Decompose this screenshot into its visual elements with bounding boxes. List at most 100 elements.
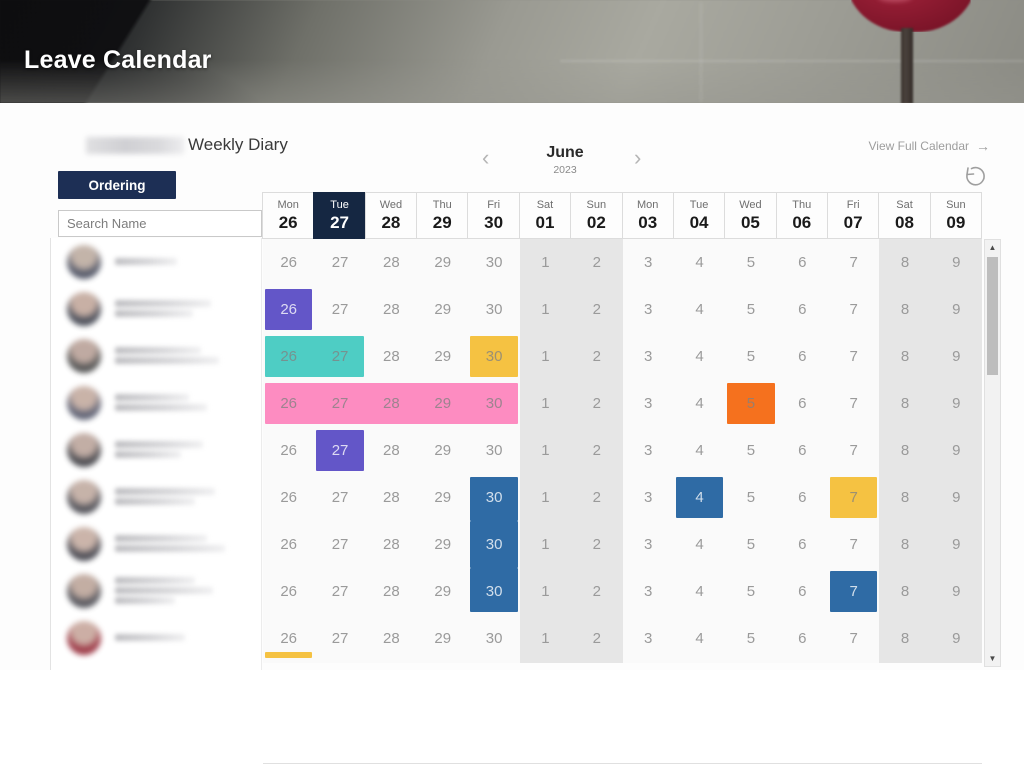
calendar-cell[interactable]: 8 [879, 427, 930, 474]
day-header-tue-04[interactable]: Tue 04 [672, 192, 726, 239]
calendar-cell[interactable]: 30 [468, 286, 519, 333]
calendar-cell[interactable]: 2 [571, 286, 622, 333]
calendar-cell[interactable]: 26 [263, 239, 314, 286]
calendar-cell[interactable]: 2 [571, 568, 622, 615]
day-header-tue-27[interactable]: Tue 27 [313, 192, 366, 239]
calendar-cell[interactable]: 5 [725, 521, 776, 568]
day-header-thu-29[interactable]: Thu 29 [416, 192, 469, 239]
calendar-cell[interactable]: 27 [314, 427, 365, 474]
calendar-cell[interactable]: 7 [828, 286, 879, 333]
calendar-cell[interactable]: 1 [520, 521, 571, 568]
calendar-cell[interactable]: 5 [725, 239, 776, 286]
ordering-button[interactable]: Ordering [58, 171, 176, 199]
list-item[interactable] [51, 473, 261, 520]
list-item[interactable] [51, 285, 261, 332]
calendar-cell[interactable]: 27 [314, 615, 365, 662]
calendar-cell[interactable]: 27 [313, 333, 365, 380]
scroll-up-icon[interactable]: ▲ [985, 240, 1000, 255]
calendar-cell[interactable]: 29 [417, 286, 468, 333]
calendar-cell[interactable]: 1 [520, 239, 571, 286]
calendar-cell[interactable]: 6 [777, 615, 828, 662]
calendar-cell[interactable]: 2 [571, 380, 622, 427]
day-header-wed-28[interactable]: Wed 28 [364, 192, 418, 239]
day-header-sat-08[interactable]: Sat 08 [878, 192, 931, 239]
calendar-cell[interactable]: 1 [520, 427, 571, 474]
list-item[interactable] [51, 426, 261, 473]
list-item[interactable] [51, 614, 261, 661]
calendar-cell[interactable]: 4 [674, 427, 725, 474]
people-list[interactable] [50, 238, 262, 670]
calendar-cell[interactable]: 29 [417, 427, 468, 474]
calendar-cell[interactable]: 2 [571, 333, 622, 380]
calendar-cell[interactable]: 29 [417, 521, 468, 568]
day-header-sat-01[interactable]: Sat 01 [518, 192, 572, 239]
calendar-cell[interactable]: 5 [725, 427, 776, 474]
calendar-cell[interactable]: 27 [314, 239, 365, 286]
calendar-cell[interactable]: 6 [777, 427, 828, 474]
calendar-grid[interactable]: 26 27 28 29 30 1 2 3 4 5 6 7 8 9 26 27 28 29 30 1 2 3 4 5 6 7 8 9 26… [263, 239, 982, 663]
calendar-cell[interactable]: 26 [263, 286, 314, 333]
calendar-cell[interactable]: 7 [828, 380, 879, 427]
calendar-cell[interactable]: 4 [674, 615, 725, 662]
calendar-cell[interactable]: 4 [674, 380, 725, 427]
calendar-cell[interactable]: 7 [828, 239, 879, 286]
calendar-cell[interactable]: 9 [931, 568, 982, 615]
calendar-cell[interactable]: 30 [468, 474, 519, 521]
list-item[interactable] [51, 520, 261, 567]
calendar-cell[interactable]: 28 [366, 568, 417, 615]
calendar-cell[interactable]: 1 [520, 568, 571, 615]
calendar-cell[interactable]: 6 [777, 568, 828, 615]
calendar-cell[interactable]: 5 [725, 333, 776, 380]
calendar-cell[interactable]: 1 [520, 380, 571, 427]
calendar-cell[interactable]: 2 [571, 474, 622, 521]
calendar-cell[interactable]: 6 [777, 474, 828, 521]
calendar-cell[interactable]: 28 [366, 521, 417, 568]
calendar-cell[interactable]: 3 [623, 521, 674, 568]
calendar-cell[interactable]: 2 [571, 521, 622, 568]
day-header-mon-26[interactable]: Mon 26 [262, 192, 315, 239]
calendar-cell[interactable]: 8 [879, 474, 930, 521]
scrollbar-thumb[interactable] [987, 257, 998, 375]
calendar-cell[interactable]: 3 [623, 380, 674, 427]
calendar-cell[interactable]: 29 [417, 615, 468, 662]
calendar-cell[interactable]: 7 [828, 474, 879, 521]
calendar-cell[interactable]: 30 [468, 333, 519, 380]
calendar-cell[interactable]: 26 [263, 380, 316, 427]
calendar-cell[interactable]: 9 [931, 286, 982, 333]
calendar-cell[interactable]: 4 [674, 474, 725, 521]
calendar-cell[interactable]: 1 [520, 286, 571, 333]
calendar-cell[interactable]: 6 [777, 521, 828, 568]
calendar-cell[interactable]: 29 [417, 474, 468, 521]
calendar-cell[interactable]: 9 [931, 333, 982, 380]
calendar-cell[interactable]: 6 [777, 239, 828, 286]
calendar-cell[interactable]: 28 [364, 380, 419, 427]
calendar-cell[interactable]: 5 [725, 474, 776, 521]
calendar-cell[interactable]: 9 [931, 521, 982, 568]
calendar-cell[interactable]: 26 [263, 333, 316, 380]
next-week-icon[interactable]: › [634, 147, 641, 169]
calendar-cell[interactable]: 8 [879, 286, 930, 333]
calendar-cell[interactable]: 6 [777, 380, 828, 427]
calendar-cell[interactable]: 7 [828, 427, 879, 474]
calendar-cell[interactable]: 5 [725, 380, 776, 427]
day-header-fri-07[interactable]: Fri 07 [826, 192, 880, 239]
calendar-cell[interactable]: 6 [777, 286, 828, 333]
calendar-cell[interactable]: 2 [571, 427, 622, 474]
prev-week-icon[interactable]: ‹ [482, 147, 489, 169]
calendar-cell[interactable]: 8 [879, 333, 930, 380]
calendar-cell[interactable]: 29 [417, 333, 468, 380]
calendar-cell[interactable]: 9 [931, 474, 982, 521]
search-name-input[interactable] [58, 210, 262, 237]
refresh-icon[interactable] [958, 159, 992, 193]
calendar-cell[interactable]: 30 [468, 521, 519, 568]
calendar-cell[interactable]: 2 [571, 615, 622, 662]
calendar-cell[interactable]: 9 [931, 427, 982, 474]
calendar-cell[interactable]: 3 [623, 615, 674, 662]
calendar-cell[interactable]: 7 [828, 333, 879, 380]
calendar-cell[interactable]: 3 [623, 286, 674, 333]
calendar-cell[interactable]: 8 [879, 239, 930, 286]
calendar-cell[interactable]: 28 [366, 615, 417, 662]
calendar-cell[interactable]: 5 [725, 568, 776, 615]
calendar-cell[interactable]: 6 [777, 333, 828, 380]
view-full-calendar-link[interactable]: View Full Calendar → [869, 138, 991, 154]
